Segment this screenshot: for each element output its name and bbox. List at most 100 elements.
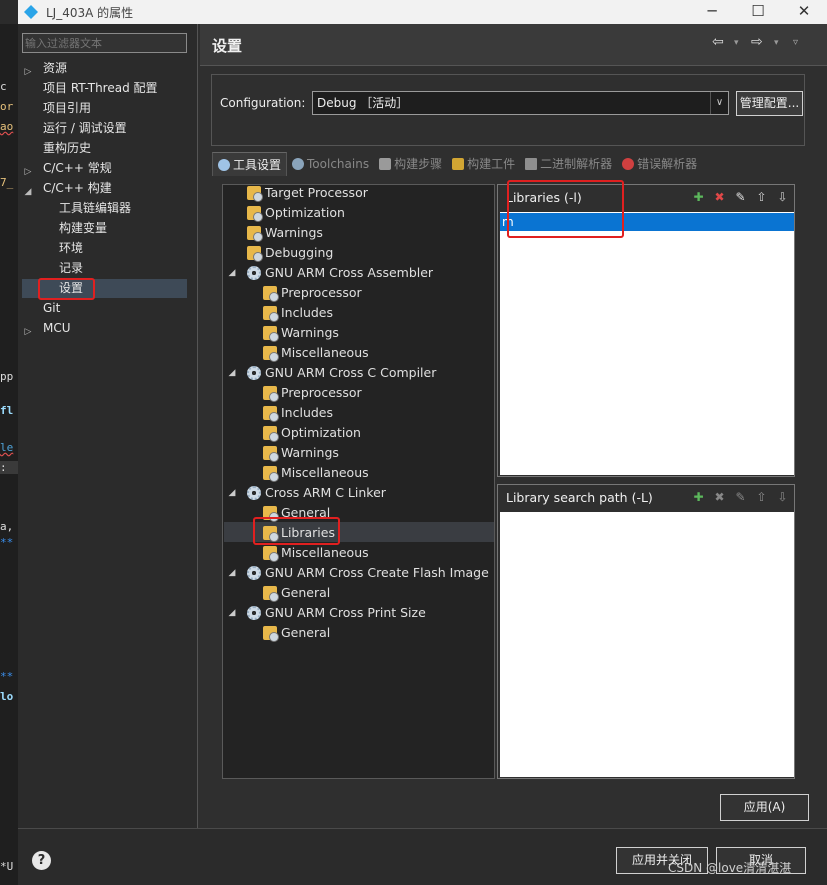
- tree-item[interactable]: Debugging: [247, 243, 333, 263]
- settings-folder-icon: [247, 206, 263, 222]
- tree-item[interactable]: General: [263, 583, 330, 603]
- move-up-icon[interactable]: ⇧: [754, 190, 769, 205]
- tab-build-steps[interactable]: 构建步骤: [374, 152, 447, 176]
- tree-item[interactable]: Includes: [263, 303, 333, 323]
- tree-item[interactable]: Includes: [263, 403, 333, 423]
- tree-item[interactable]: Preprocessor: [263, 383, 362, 403]
- collapse-arrow-icon[interactable]: ◢: [227, 263, 237, 283]
- nav-item-toolchain-editor[interactable]: 工具链编辑器: [59, 198, 131, 218]
- libraries-panel: Libraries (-l) ✚ ✖ ✎ ⇧ ⇩ m: [497, 184, 795, 477]
- library-search-path-list[interactable]: [500, 512, 794, 777]
- tree-item[interactable]: GNU ARM Cross Assembler: [247, 263, 433, 283]
- move-up-icon[interactable]: ⇧: [754, 490, 769, 505]
- move-down-icon[interactable]: ⇩: [775, 190, 790, 205]
- view-menu-icon[interactable]: ▿: [793, 37, 798, 48]
- tree-item[interactable]: General: [263, 503, 330, 523]
- tree-item-label: GNU ARM Cross Assembler: [265, 265, 434, 280]
- tree-item[interactable]: General: [263, 623, 330, 643]
- tree-item-label: Warnings: [265, 225, 323, 240]
- nav-item-run-debug-settings[interactable]: 运行 / 调试设置: [43, 118, 127, 138]
- edit-icon[interactable]: ✎: [733, 490, 748, 505]
- expand-arrow-icon[interactable]: ▷: [23, 162, 33, 182]
- expand-arrow-icon[interactable]: ▷: [23, 322, 33, 342]
- delete-icon[interactable]: ✖: [712, 190, 727, 205]
- configuration-select[interactable]: Debug ［活动］ ∨: [312, 91, 729, 115]
- tree-item-libraries[interactable]: Libraries: [263, 523, 335, 543]
- delete-icon[interactable]: ✖: [712, 490, 727, 505]
- nav-item-settings[interactable]: 设置: [59, 278, 83, 298]
- nav-item-refactor-history[interactable]: 重构历史: [43, 138, 91, 158]
- window-title: LJ_403A 的属性: [46, 5, 134, 20]
- collapse-arrow-icon[interactable]: ◢: [23, 182, 33, 202]
- help-icon[interactable]: ?: [32, 851, 51, 870]
- nav-item-git[interactable]: Git: [43, 298, 60, 318]
- forward-arrow-icon[interactable]: ⇨: [751, 34, 763, 50]
- nav-item-resources[interactable]: 资源: [43, 58, 67, 78]
- nav-item-project-references[interactable]: 项目引用: [43, 98, 91, 118]
- settings-folder-icon: [263, 626, 279, 642]
- settings-folder-icon: [263, 526, 279, 542]
- tree-item-label: Target Processor: [265, 185, 368, 200]
- tree-item[interactable]: Warnings: [263, 323, 339, 343]
- expand-arrow-icon[interactable]: ▷: [23, 62, 33, 82]
- tree-item[interactable]: Miscellaneous: [263, 343, 369, 363]
- tab-bar: 工具设置 Toolchains 构建步骤 构建工件 二进制解析器 错误解析器: [212, 152, 702, 176]
- left-nav: ▷ 资源 项目 RT-Thread 配置 项目引用 运行 / 调试设置 重构历史…: [18, 24, 198, 828]
- tree-item[interactable]: Optimization: [263, 423, 361, 443]
- nav-item-mcu[interactable]: MCU: [43, 318, 71, 338]
- collapse-arrow-icon[interactable]: ◢: [227, 363, 237, 383]
- nav-item-cpp-general[interactable]: C/C++ 常规: [43, 158, 112, 178]
- collapse-arrow-icon[interactable]: ◢: [227, 603, 237, 623]
- settings-folder-icon: [247, 186, 263, 202]
- collapse-arrow-icon[interactable]: ◢: [227, 483, 237, 503]
- nav-item-cpp-build[interactable]: C/C++ 构建: [43, 178, 112, 198]
- nav-item-rtthread-config[interactable]: 项目 RT-Thread 配置: [43, 78, 158, 98]
- settings-folder-icon: [247, 226, 263, 242]
- manage-configurations-button[interactable]: 管理配置...: [736, 91, 803, 116]
- settings-folder-icon: [263, 286, 279, 302]
- tree-item[interactable]: Optimization: [247, 203, 345, 223]
- apply-button[interactable]: 应用(A): [720, 794, 809, 821]
- list-item[interactable]: m: [500, 213, 794, 231]
- code-fragment: **: [0, 670, 14, 683]
- tree-item-label: GNU ARM Cross Print Size: [265, 605, 426, 620]
- minimize-button[interactable]: ─: [689, 0, 735, 24]
- tree-item[interactable]: Preprocessor: [263, 283, 362, 303]
- tree-item[interactable]: Warnings: [247, 223, 323, 243]
- tree-item[interactable]: Target Processor: [247, 185, 368, 203]
- edit-icon[interactable]: ✎: [733, 190, 748, 205]
- move-down-icon[interactable]: ⇩: [775, 490, 790, 505]
- tab-tool-settings[interactable]: 工具设置: [212, 152, 288, 176]
- tab-binary-parsers[interactable]: 二进制解析器: [520, 152, 617, 176]
- forward-menu-icon[interactable]: ▾: [774, 38, 779, 48]
- add-icon[interactable]: ✚: [691, 490, 706, 505]
- tab-toolchains[interactable]: Toolchains: [287, 152, 374, 176]
- tree-item[interactable]: Cross ARM C Linker: [247, 483, 386, 503]
- tab-error-parsers[interactable]: 错误解析器: [617, 152, 702, 176]
- back-arrow-icon[interactable]: ⇦: [712, 34, 724, 50]
- nav-item-build-variables[interactable]: 构建变量: [59, 218, 107, 238]
- settings-folder-icon: [263, 466, 279, 482]
- maximize-button[interactable]: ☐: [735, 0, 781, 24]
- add-icon[interactable]: ✚: [691, 190, 706, 205]
- tab-build-artifact[interactable]: 构建工件: [447, 152, 520, 176]
- tree-item[interactable]: Miscellaneous: [263, 543, 369, 563]
- tree-item[interactable]: GNU ARM Cross Create Flash Image: [247, 563, 489, 583]
- collapse-arrow-icon[interactable]: ◢: [227, 563, 237, 583]
- tab-label: Toolchains: [307, 157, 370, 171]
- tree-item[interactable]: GNU ARM Cross Print Size: [247, 603, 426, 623]
- back-menu-icon[interactable]: ▾: [734, 38, 739, 48]
- tree-item[interactable]: Warnings: [263, 443, 339, 463]
- nav-item-logging[interactable]: 记录: [59, 258, 83, 278]
- nav-item-environment[interactable]: 环境: [59, 238, 83, 258]
- libraries-list[interactable]: m: [500, 212, 794, 475]
- close-button[interactable]: ✕: [781, 0, 827, 24]
- tree-item[interactable]: GNU ARM Cross C Compiler: [247, 363, 436, 383]
- tree-item[interactable]: Miscellaneous: [263, 463, 369, 483]
- code-fragment: le: [0, 441, 14, 454]
- background-editor: c or ao 7_ pp fl le : a, ** ** lo *U: [0, 24, 18, 885]
- code-fragment: a,: [0, 520, 14, 533]
- filter-input[interactable]: [22, 33, 187, 53]
- tool-gear-icon: [247, 266, 261, 280]
- library-search-path-toolbar: ✚ ✖ ✎ ⇧ ⇩: [691, 490, 790, 505]
